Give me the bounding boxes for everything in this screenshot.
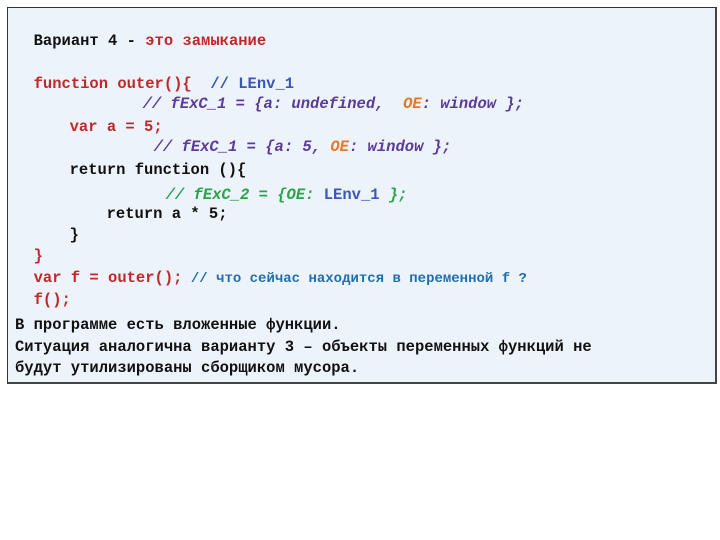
code-text: f(); [33,291,71,309]
code-comment: : window }; [421,95,524,113]
code-comment: }; [379,186,408,204]
explanation-line-1: В программе есть вложенные функции. [15,316,341,334]
code-comment: : window }; [348,138,452,156]
code-text: } [69,226,79,244]
code-text: return a * 5; [106,205,228,223]
explanation-line-2: Ситуация аналогична варианту 3 – объекты… [15,338,592,356]
code-line-10: var f = outer(); // что сейчас находится… [15,251,527,288]
explanation-line-3: будут утилизированы сборщиком мусора. [15,359,360,377]
title-highlight: это замыкание [145,32,267,50]
slide-title: Вариант 4 - это замыкание [15,14,267,50]
code-comment: // fExC_1 = {a: undefined, [142,95,404,113]
title-prefix: Вариант 4 - [33,32,146,50]
code-line-2: // fExC_1 = {a: undefined, OE: window }; [124,77,524,113]
code-comment: // что сейчас находится в переменной f ? [182,271,527,287]
code-comment-oe: OE [403,95,422,113]
code-comment-lenv: LEnv_1 [323,186,380,204]
code-comment-oe: OE [330,138,349,156]
code-line-7: return a * 5; [88,187,228,223]
code-line-11: f(); [15,273,71,309]
code-line-8: } [51,208,79,244]
